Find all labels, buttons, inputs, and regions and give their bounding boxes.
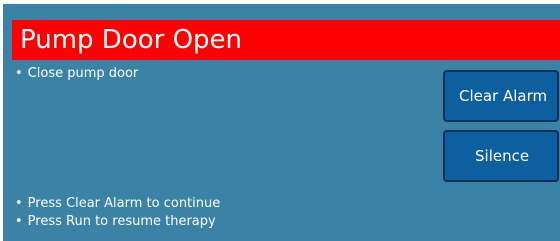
alarm-screen: Pump Door Open • Close pump door • Press C… <box>3 4 560 241</box>
clear-alarm-button[interactable]: Clear Alarm <box>443 70 559 122</box>
instruction-text: Press Clear Alarm to continue <box>27 196 221 211</box>
instruction-clear-alarm: • Press Clear Alarm to continue <box>15 196 220 212</box>
alarm-title: Pump Door Open <box>20 25 243 55</box>
instruction-resume-therapy: • Press Run to resume therapy <box>15 214 216 230</box>
instruction-text: Press Run to resume therapy <box>27 214 216 229</box>
bullet: • <box>15 196 23 211</box>
bullet: • <box>15 214 23 229</box>
message-text: Close pump door <box>27 66 139 81</box>
bullet: • <box>15 66 23 81</box>
alarm-banner: Pump Door Open <box>12 20 560 60</box>
silence-button[interactable]: Silence <box>443 130 559 182</box>
message-close-door: • Close pump door <box>15 66 138 82</box>
